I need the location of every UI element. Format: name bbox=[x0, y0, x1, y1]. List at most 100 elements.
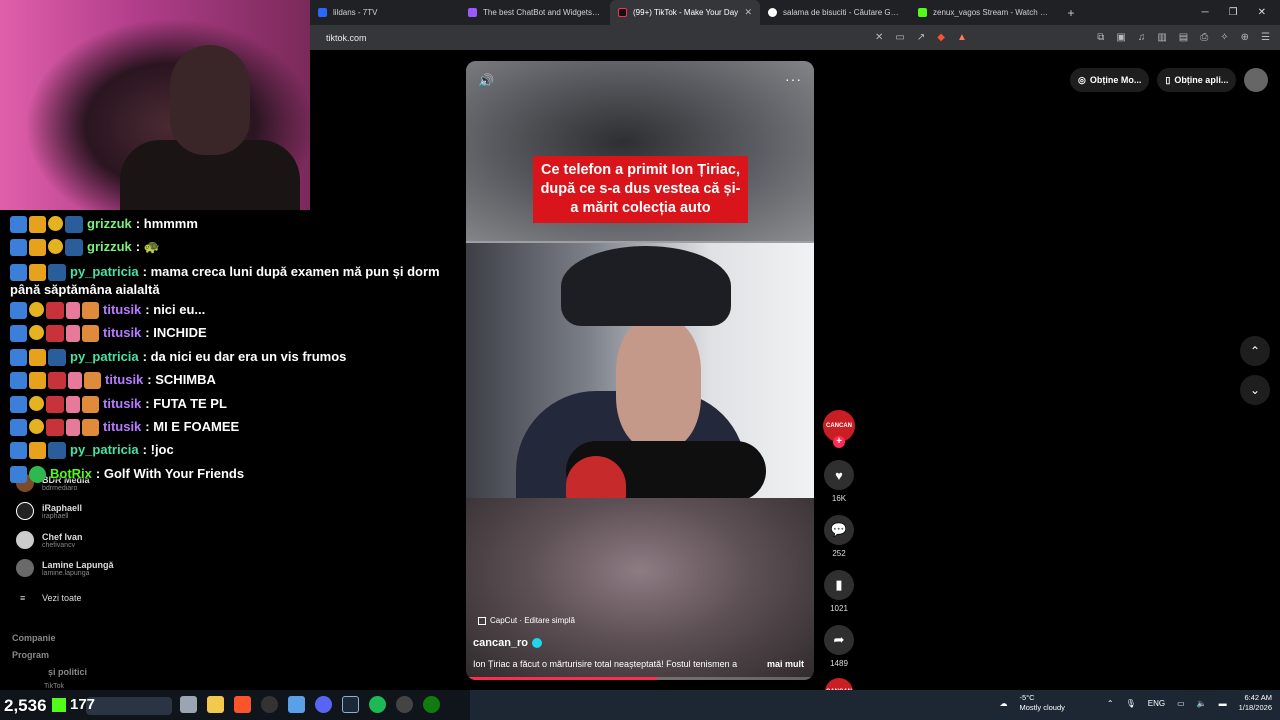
video-progress-bar[interactable] bbox=[466, 677, 814, 680]
comment-button[interactable]: 💬 bbox=[824, 515, 854, 545]
obs-icon[interactable] bbox=[261, 696, 278, 713]
account-handle: lamine.lapunga bbox=[42, 569, 90, 577]
followed-account[interactable]: iRaphaell iraphaell bbox=[16, 502, 82, 520]
leo-icon[interactable]: ✧ bbox=[1220, 32, 1228, 43]
chat-message: py_patricia: da nici eu dar era un vis f… bbox=[10, 345, 460, 368]
clock[interactable]: 6:42 AM 1/18/2026 bbox=[1239, 693, 1272, 713]
save-button[interactable]: ▮ bbox=[824, 570, 854, 600]
minimize-icon[interactable]: ─ bbox=[1202, 7, 1209, 18]
policies-link[interactable]: și politici bbox=[48, 667, 87, 677]
share-button[interactable]: ➦ bbox=[824, 625, 854, 655]
extensions-icon[interactable]: ⧉ bbox=[1097, 32, 1104, 43]
brave-vpn-icon[interactable]: ⊕ bbox=[1241, 32, 1249, 43]
wallet-icon[interactable]: ▤ bbox=[1179, 32, 1188, 43]
more-link[interactable]: mai mult bbox=[767, 659, 804, 669]
vpn-icon[interactable]: ⎙ bbox=[1200, 32, 1208, 43]
weather-widget[interactable]: -5°C Mostly cloudy bbox=[1019, 693, 1064, 713]
chat-username: grizzuk bbox=[87, 239, 132, 255]
profile-avatar[interactable] bbox=[1244, 68, 1269, 92]
chat-badges bbox=[10, 372, 101, 390]
tab-chatbot[interactable]: The best ChatBot and Widgets for Ki bbox=[460, 0, 610, 25]
chevron-up-icon[interactable]: ⌃ bbox=[1107, 699, 1114, 708]
chat-badges bbox=[10, 216, 83, 234]
follow-plus-icon[interactable]: + bbox=[833, 436, 845, 448]
chat-badges bbox=[10, 325, 99, 343]
brave-shield-icon[interactable]: ◆ bbox=[937, 32, 945, 43]
browser-tab-bar: lildans - 7TV The best ChatBot and Widge… bbox=[310, 0, 1280, 25]
close-tab-icon[interactable]: ✕ bbox=[744, 7, 752, 18]
company-link[interactable]: Companie bbox=[12, 633, 56, 643]
creator-avatar[interactable]: CANCAN + bbox=[823, 410, 855, 448]
header-actions: ◎ Obține Mo... ▯ Obține apli... bbox=[1070, 68, 1269, 92]
comment-count: 252 bbox=[832, 549, 846, 558]
new-tab-button[interactable]: + bbox=[1060, 6, 1082, 20]
weather-icon: ☁ bbox=[999, 698, 1008, 708]
close-window-icon[interactable]: ✕ bbox=[1258, 7, 1266, 18]
task-view-icon[interactable] bbox=[180, 696, 197, 713]
viewer-count: 2,536 bbox=[4, 696, 47, 715]
followed-account[interactable]: Chef Ivan chefivancv bbox=[16, 531, 83, 549]
get-coins-button[interactable]: ◎ Obține Mo... bbox=[1070, 68, 1150, 92]
tab-title: (99+) TikTok - Make Your Day bbox=[633, 8, 739, 17]
brave-rewards-icon[interactable]: ▲ bbox=[957, 32, 967, 43]
xbox-icon[interactable] bbox=[423, 696, 440, 713]
network-icon[interactable]: ▭ bbox=[1177, 699, 1185, 708]
chat-username: py_patricia bbox=[70, 263, 139, 279]
chat-username: titusik bbox=[103, 418, 142, 434]
language-indicator[interactable]: ENG bbox=[1148, 699, 1165, 708]
share-icon[interactable]: ↗ bbox=[917, 32, 925, 43]
page-action-icons: ✕ ▭ ↗ ◆ ▲ bbox=[875, 32, 967, 43]
weather-temp: -5°C bbox=[1019, 693, 1035, 702]
volume-tray-icon[interactable]: 🔈 bbox=[1197, 699, 1207, 708]
comment-icon: 💬 bbox=[830, 522, 848, 537]
app-icon[interactable] bbox=[396, 696, 413, 713]
microphone-icon[interactable]: 🎙 bbox=[1126, 699, 1136, 708]
like-count: 16K bbox=[831, 494, 847, 503]
discord-icon[interactable] bbox=[315, 696, 332, 713]
chat-message: titusik: FUTA TE PL bbox=[10, 392, 460, 415]
capcut-tag[interactable]: CapCut · Editare simplă bbox=[478, 616, 575, 625]
steam-icon[interactable] bbox=[342, 696, 359, 713]
sidebar-icon[interactable]: ▥ bbox=[1157, 32, 1166, 43]
taskbar-search[interactable] bbox=[86, 697, 172, 715]
file-explorer-icon[interactable] bbox=[207, 696, 224, 713]
spotify-icon[interactable] bbox=[369, 696, 386, 713]
previous-video-button[interactable]: ⌃ bbox=[1240, 336, 1270, 366]
tab-tiktok[interactable]: (99+) TikTok - Make Your Day ✕ bbox=[610, 0, 760, 25]
tab-7tv[interactable]: lildans - 7TV bbox=[310, 0, 460, 25]
more-options-icon[interactable]: ··· bbox=[785, 71, 802, 87]
brave-browser-icon[interactable] bbox=[234, 696, 251, 713]
cast-icon[interactable]: ▭ bbox=[895, 32, 904, 43]
program-link[interactable]: Program bbox=[12, 650, 49, 660]
url-field[interactable]: tiktok.com bbox=[326, 33, 367, 43]
followed-account[interactable]: Lamine Lapungă lamine.lapunga bbox=[16, 559, 114, 577]
video-player[interactable]: Ce telefon a primit Ion Țiriac, după ce … bbox=[466, 61, 814, 680]
tab-title: lildans - 7TV bbox=[333, 8, 378, 17]
get-app-button[interactable]: ▯ Obține apli... bbox=[1157, 68, 1237, 92]
tab-kick[interactable]: zenux_vagos Stream - Watch Live on bbox=[910, 0, 1060, 25]
account-name: Lamine Lapungă bbox=[42, 559, 114, 570]
see-all-link[interactable]: Vezi toate bbox=[42, 593, 82, 603]
date: 1/18/2026 bbox=[1238, 703, 1272, 712]
next-video-button[interactable]: ⌄ bbox=[1240, 375, 1270, 405]
video-author[interactable]: cancan_ro bbox=[473, 637, 543, 649]
menu-icon[interactable]: ☰ bbox=[1261, 32, 1270, 43]
store-icon[interactable] bbox=[288, 696, 305, 713]
tab-title: zenux_vagos Stream - Watch Live on bbox=[933, 8, 1052, 17]
like-button[interactable]: ♥ bbox=[824, 460, 854, 490]
window-controls: ─ ❐ ✕ bbox=[1202, 7, 1280, 18]
chat-message: BotRix: Golf With Your Friends bbox=[10, 462, 460, 485]
screenshot-icon[interactable]: ▣ bbox=[1116, 32, 1125, 43]
google-icon bbox=[768, 8, 777, 17]
save-count: 1021 bbox=[830, 604, 848, 613]
mute-site-icon[interactable]: ✕ bbox=[875, 32, 883, 43]
chat-message: py_patricia: mama creca luni după examen… bbox=[10, 263, 440, 297]
tab-google[interactable]: salama de bisuciti - Căutare Google bbox=[760, 0, 910, 25]
avatar bbox=[16, 531, 34, 549]
battery-icon[interactable]: ▬ bbox=[1219, 699, 1227, 708]
volume-icon[interactable]: 🔊 bbox=[478, 73, 494, 89]
list-icon: ≡ bbox=[20, 593, 26, 603]
maximize-icon[interactable]: ❐ bbox=[1229, 7, 1238, 18]
account-handle: bdrmediaro bbox=[42, 484, 78, 492]
media-icon[interactable]: ♫ bbox=[1138, 32, 1146, 43]
